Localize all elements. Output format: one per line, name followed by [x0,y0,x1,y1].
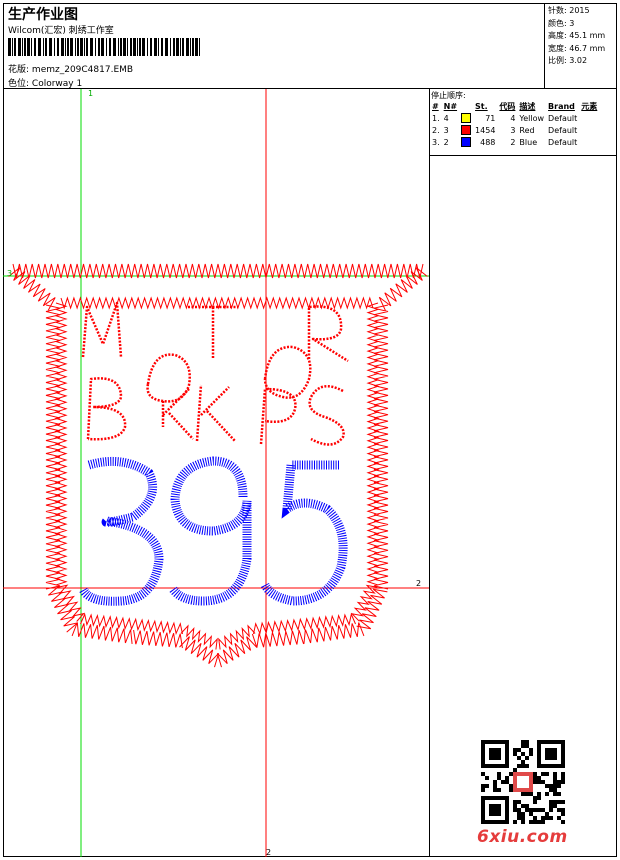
letter-R1 [307,305,349,363]
stat-ratio: 比例: 3.02 [548,56,588,65]
colorway-label: 色位: [8,79,30,89]
col-element: 元素 [581,101,598,111]
col-code: 代码 [499,101,516,111]
stop-sequence-table: # N# St. 代码 描述 Brand 元素 1. 4 71 4 Yellow… [430,100,599,148]
col-swatch [459,100,473,112]
color-swatch-blue [461,137,472,147]
table-row[interactable]: 3. 2 488 2 Blue Default [430,136,599,148]
digit-5 [260,460,348,606]
axis-label-h2: 2 [416,579,422,588]
colorway-line: 色位: Colorway 1 [8,76,82,89]
barcode [8,38,200,56]
letter-B [86,377,127,441]
design-file-name: memz_209C4817.EMB [31,65,134,75]
axis-label-h3: 3 [7,269,13,278]
design-file-line: 花版: memz_209C4817.EMB [8,62,133,75]
digit-3 [78,456,164,606]
stat-width: 宽度: 46.7 mm [548,43,606,53]
letter-T1 [188,305,238,359]
color-swatch-yellow [461,113,472,123]
embroidery-preview [3,89,429,857]
col-stitches: St. [475,101,488,111]
stat-height: 高度: 45.1 mm [548,31,606,40]
red-lettering [81,301,349,446]
qr-code [481,740,565,824]
colorway-name: Colorway 1 [31,79,83,89]
col-description: 描述 [519,101,536,111]
letter-S [308,384,345,446]
table-header-row: # N# St. 代码 描述 Brand 元素 [430,100,599,112]
letter-K2 [195,384,236,442]
letter-M [81,301,123,358]
axis-label-v1: 1 [88,89,94,98]
col-needle: N# [443,101,458,111]
digit-9 [169,456,252,606]
table-row[interactable]: 2. 3 1454 3 Red Default [430,124,599,136]
letter-K1 [161,388,194,440]
stat-stitches: 针数: 2015 [548,6,590,15]
letter-O2 [263,345,312,399]
color-swatch-red [461,125,472,135]
design-canvas[interactable] [3,89,429,857]
watermark-text: 6xiu.com [477,827,568,847]
table-row[interactable]: 1. 4 71 4 Yellow Default [430,112,599,124]
page-title: 生产作业图 [8,7,78,23]
axis-label-v2: 2 [266,848,272,857]
design-file-label: 花版: [8,65,30,75]
col-index: # [432,101,439,111]
design-stats: 针数: 2015 颜色: 3 高度: 45.1 mm 宽度: 46.7 mm 比… [548,5,605,68]
col-brand: Brand [548,101,575,111]
panel-divider [429,155,617,156]
stat-colors: 颜色: 3 [548,18,575,28]
blue-number-395 [78,456,348,606]
company-name: Wilcom(汇宏) 刺绣工作室 [8,26,114,36]
